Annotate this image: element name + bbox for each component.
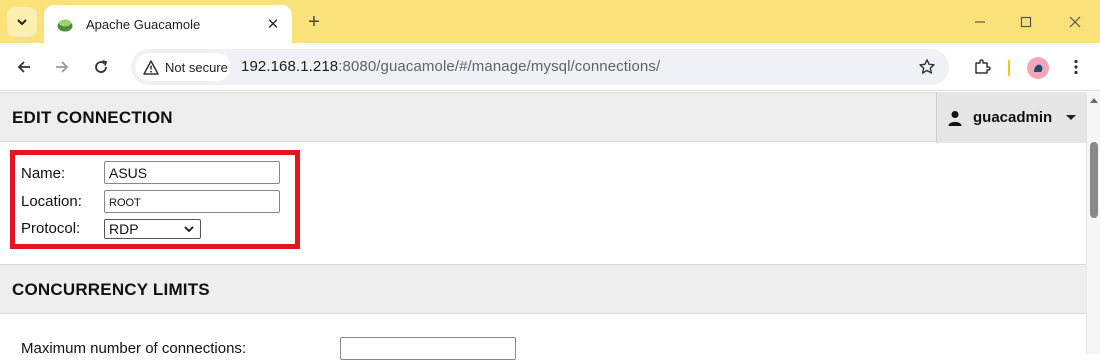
page-title: EDIT CONNECTION <box>12 108 173 127</box>
scrollbar-thumb[interactable] <box>1090 142 1098 218</box>
extensions-puzzle-icon[interactable] <box>970 55 994 79</box>
user-menu[interactable]: guacadmin <box>936 92 1086 143</box>
security-chip[interactable]: Not secure <box>135 53 231 81</box>
concurrency-limits-header: CONCURRENCY LIMITS <box>0 264 1086 314</box>
back-arrow-icon[interactable] <box>12 55 36 79</box>
reload-icon[interactable] <box>89 55 113 79</box>
edit-connection-header: EDIT CONNECTION guacadmin <box>0 92 1086 143</box>
security-label: Not secure <box>165 59 228 75</box>
maximize-icon[interactable] <box>1014 11 1038 33</box>
max-connections-input[interactable] <box>340 337 516 360</box>
warning-icon <box>143 59 159 75</box>
protocol-selected-value: RDP <box>109 221 139 237</box>
toolbar-separator <box>1008 60 1010 76</box>
minimize-icon[interactable] <box>968 11 992 33</box>
address-bar[interactable]: Not secure 192.168.1.218:8080/guacamole/… <box>131 49 949 85</box>
profile-icon <box>1034 64 1043 72</box>
browser-menu-icon[interactable] <box>1066 55 1086 79</box>
tab-strip: Apache Guacamole ✕ + <box>0 0 1100 43</box>
username: guacadmin <box>973 109 1053 126</box>
chevron-down-icon <box>184 226 194 233</box>
browser-tab[interactable]: Apache Guacamole ✕ <box>44 5 292 43</box>
chevron-down-icon <box>17 19 27 26</box>
name-label: Name: <box>21 165 66 182</box>
page-content: EDIT CONNECTION guacadmin Name: Location… <box>0 92 1086 360</box>
guacamole-favicon-icon <box>57 19 73 32</box>
new-tab-button[interactable]: + <box>302 10 326 34</box>
browser-toolbar: Not secure 192.168.1.218:8080/guacamole/… <box>0 43 1100 91</box>
protocol-label: Protocol: <box>21 220 81 237</box>
profile-avatar[interactable] <box>1027 57 1049 79</box>
tab-search-button[interactable] <box>7 7 37 37</box>
location-label: Location: <box>21 193 82 210</box>
forward-arrow-icon[interactable] <box>50 55 74 79</box>
scroll-up-arrow-icon[interactable] <box>1090 98 1098 103</box>
caret-down-icon <box>1066 115 1077 120</box>
max-connections-label: Maximum number of connections: <box>21 340 247 357</box>
concurrency-title: CONCURRENCY LIMITS <box>12 280 210 299</box>
user-icon <box>948 110 962 126</box>
tab-title: Apache Guacamole <box>86 16 201 32</box>
name-input[interactable] <box>104 161 280 184</box>
close-window-icon[interactable] <box>1063 11 1087 33</box>
protocol-select[interactable]: RDP <box>104 219 201 239</box>
url-path: :8080/guacamole/#/manage/mysql/connectio… <box>338 58 661 75</box>
url-host: 192.168.1.218 <box>241 58 339 75</box>
url-text[interactable]: 192.168.1.218:8080/guacamole/#/manage/my… <box>241 58 660 75</box>
bookmark-star-icon[interactable] <box>917 57 937 77</box>
location-input[interactable] <box>104 190 280 213</box>
close-tab-icon[interactable]: ✕ <box>262 13 284 35</box>
page-scrollbar[interactable] <box>1086 92 1100 354</box>
